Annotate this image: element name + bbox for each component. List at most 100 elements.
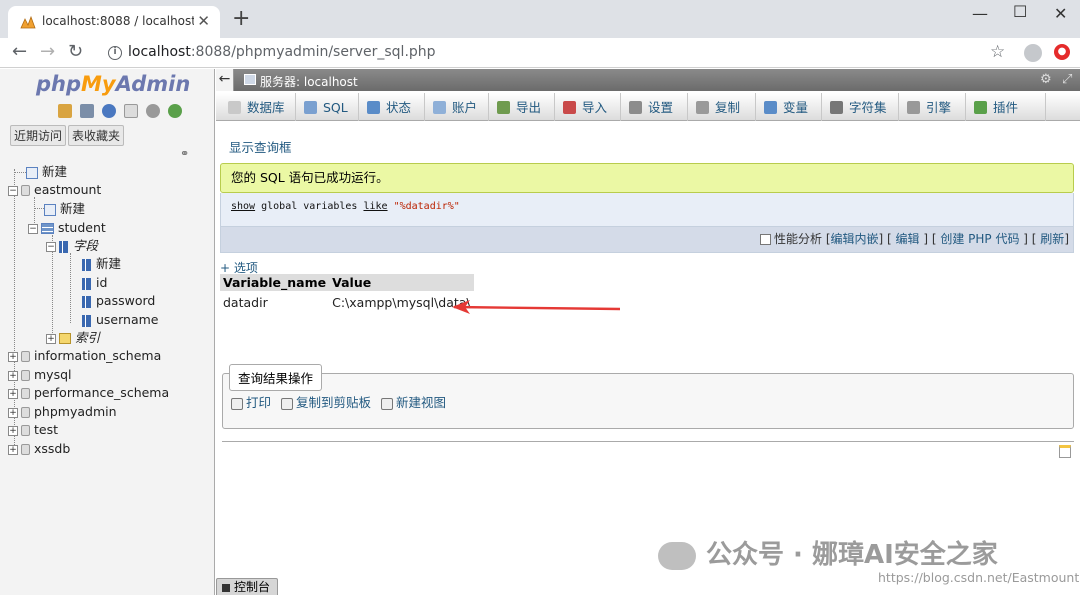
menu-tab-5[interactable]: 导出 [489,93,555,121]
sql-actions-bar: 性能分析 [编辑内嵌] [ 编辑 ] [ 创建 PHP 代码 ] [ 刷新] [220,227,1074,253]
menu-tab-label: 导入 [582,100,608,115]
menu-tab-3[interactable]: 状态 [359,93,425,121]
site-info-icon[interactable]: i [108,46,122,60]
minimize-icon[interactable]: — [972,4,988,23]
sql-keyword[interactable]: like [363,201,387,212]
show-query-box-link[interactable]: 显示查询框 [229,137,292,156]
profiling-checkbox[interactable] [759,234,771,245]
menu-tab-1[interactable]: 数据库 [220,93,296,121]
profile-avatar-icon[interactable] [1024,44,1042,62]
logout-icon[interactable] [80,104,95,118]
collapse-icon[interactable]: − [28,223,38,234]
tree-column-password[interactable]: password [82,292,155,310]
database-icon [21,444,30,455]
help-icon[interactable] [102,104,117,118]
console-toggle[interactable]: 控制台 [216,578,278,595]
tree-db-phpmyadmin[interactable]: + phpmyadmin [8,403,117,421]
column-header[interactable]: Value [329,274,474,291]
extension-icon[interactable]: ● [1054,44,1070,60]
print-icon [231,397,243,410]
watermark: 公众号 · 娜璋AI安全之家 [658,534,998,571]
table-cell: datadir [223,295,268,310]
close-window-icon[interactable]: ✕ [1054,4,1067,23]
tree-table-student[interactable]: − student [28,219,106,237]
new-tab-icon[interactable]: + [232,8,250,30]
tree-new-database[interactable]: 新建 [26,163,67,181]
tree-line [34,208,44,209]
menu-tab-icon [497,101,510,114]
tree-db-performance-schema[interactable]: + performance_schema [8,384,169,402]
server-breadcrumb[interactable]: 服务器: localhost [260,73,358,90]
sql-keyword[interactable]: show [231,201,255,212]
collapse-nav-icon[interactable]: ← [216,69,234,91]
forward-icon[interactable]: → [40,43,55,61]
url-text[interactable]: localhost:8088/phpmyadmin/server_sql.php [128,44,436,60]
menu-tab-10[interactable]: 字符集 [822,93,899,121]
menu-tab-8[interactable]: 复制 [688,93,756,121]
tree-fields[interactable]: − 字段 [46,237,98,255]
back-icon[interactable]: ← [12,43,27,61]
create-php-code-link[interactable]: 创建 PHP 代码 [940,232,1019,246]
home-icon[interactable] [58,104,72,118]
tree-new-column[interactable]: 新建 [82,255,121,273]
table-header-row: Variable_name Value [220,274,474,291]
menu-tab-icon [228,101,241,114]
copy-to-clipboard-link[interactable]: 复制到剪贴板 [281,392,371,411]
expand-icon[interactable]: + [8,351,18,362]
create-view-link[interactable]: 新建视图 [381,392,446,411]
page-settings-icon[interactable]: ⚙ [1040,72,1052,87]
bookmark-star-icon[interactable]: ☆ [990,42,1005,62]
recent-tab[interactable]: 近期访问 [10,125,67,146]
menu-tab-7[interactable]: 设置 [621,93,688,121]
annotation-arrow [452,300,621,314]
settings-icon[interactable] [146,104,161,118]
sql-query-display: show global variables like "%datadir%" [220,193,1074,227]
collapse-icon[interactable]: − [8,185,18,196]
print-link[interactable]: 打印 [231,392,271,411]
tree-db-eastmount[interactable]: − eastmount [8,181,101,199]
menu-tab-2[interactable]: SQL [296,93,359,121]
menu-tab-9[interactable]: 变量 [756,93,822,121]
collapse-icon[interactable]: − [46,241,56,252]
reload-nav-icon[interactable] [168,104,183,118]
tree-db-xssdb[interactable]: + xssdb [8,440,70,458]
link-chain-icon[interactable]: ⚭ [180,147,189,160]
tree-new-table[interactable]: 新建 [44,200,85,218]
page-related-icon[interactable] [1059,445,1071,458]
maximize-window-icon[interactable]: ☐ [1013,2,1027,21]
expand-icon[interactable]: + [8,407,18,418]
docs-icon[interactable] [124,104,139,118]
tree-db-mysql[interactable]: + mysql [8,366,72,384]
tree-column-id[interactable]: id [82,274,107,292]
fullscreen-icon[interactable]: ⤢ [1062,72,1072,87]
expand-icon[interactable]: + [8,388,18,399]
edit-link[interactable]: 编辑 [896,232,920,246]
expand-icon[interactable]: + [8,444,18,455]
index-icon [59,333,71,344]
profiling-label: 性能分析 [773,232,822,246]
phpmyadmin-logo[interactable]: phpMyAdmin [36,72,190,96]
expand-icon[interactable]: + [8,370,18,381]
column-header[interactable]: Variable_name [220,274,330,291]
expand-icon[interactable]: + [46,333,56,344]
menu-tab-4[interactable]: 账户 [425,93,489,121]
url-bar[interactable]: i localhost:8088/phpmyadmin/server_sql.p… [100,40,1018,66]
expand-icon[interactable]: + [8,425,18,436]
favorites-tab[interactable]: 表收藏夹 [68,125,125,146]
reload-icon[interactable]: ↻ [68,43,83,61]
tree-column-username[interactable]: username [82,311,159,329]
edit-inline-link[interactable]: 编辑内嵌 [831,232,879,246]
menu-tab-6[interactable]: 导入 [555,93,621,121]
menu-tab-icon [907,101,920,114]
tree-db-test[interactable]: + test [8,421,58,439]
tab-close-icon[interactable]: ✕ [197,12,210,30]
menu-tab-label: 变量 [783,100,809,115]
refresh-link[interactable]: 刷新 [1040,232,1064,246]
browser-tab[interactable]: localhost:8088 / localhost | ph ✕ [8,6,220,38]
tree-indexes[interactable]: + 索引 [46,329,100,347]
tree-db-information-schema[interactable]: + information_schema [8,347,161,365]
divider [222,441,1074,442]
menu-tab-12[interactable]: 插件 [966,93,1046,121]
menu-tab-11[interactable]: 引擎 [899,93,966,121]
database-icon [21,407,30,418]
